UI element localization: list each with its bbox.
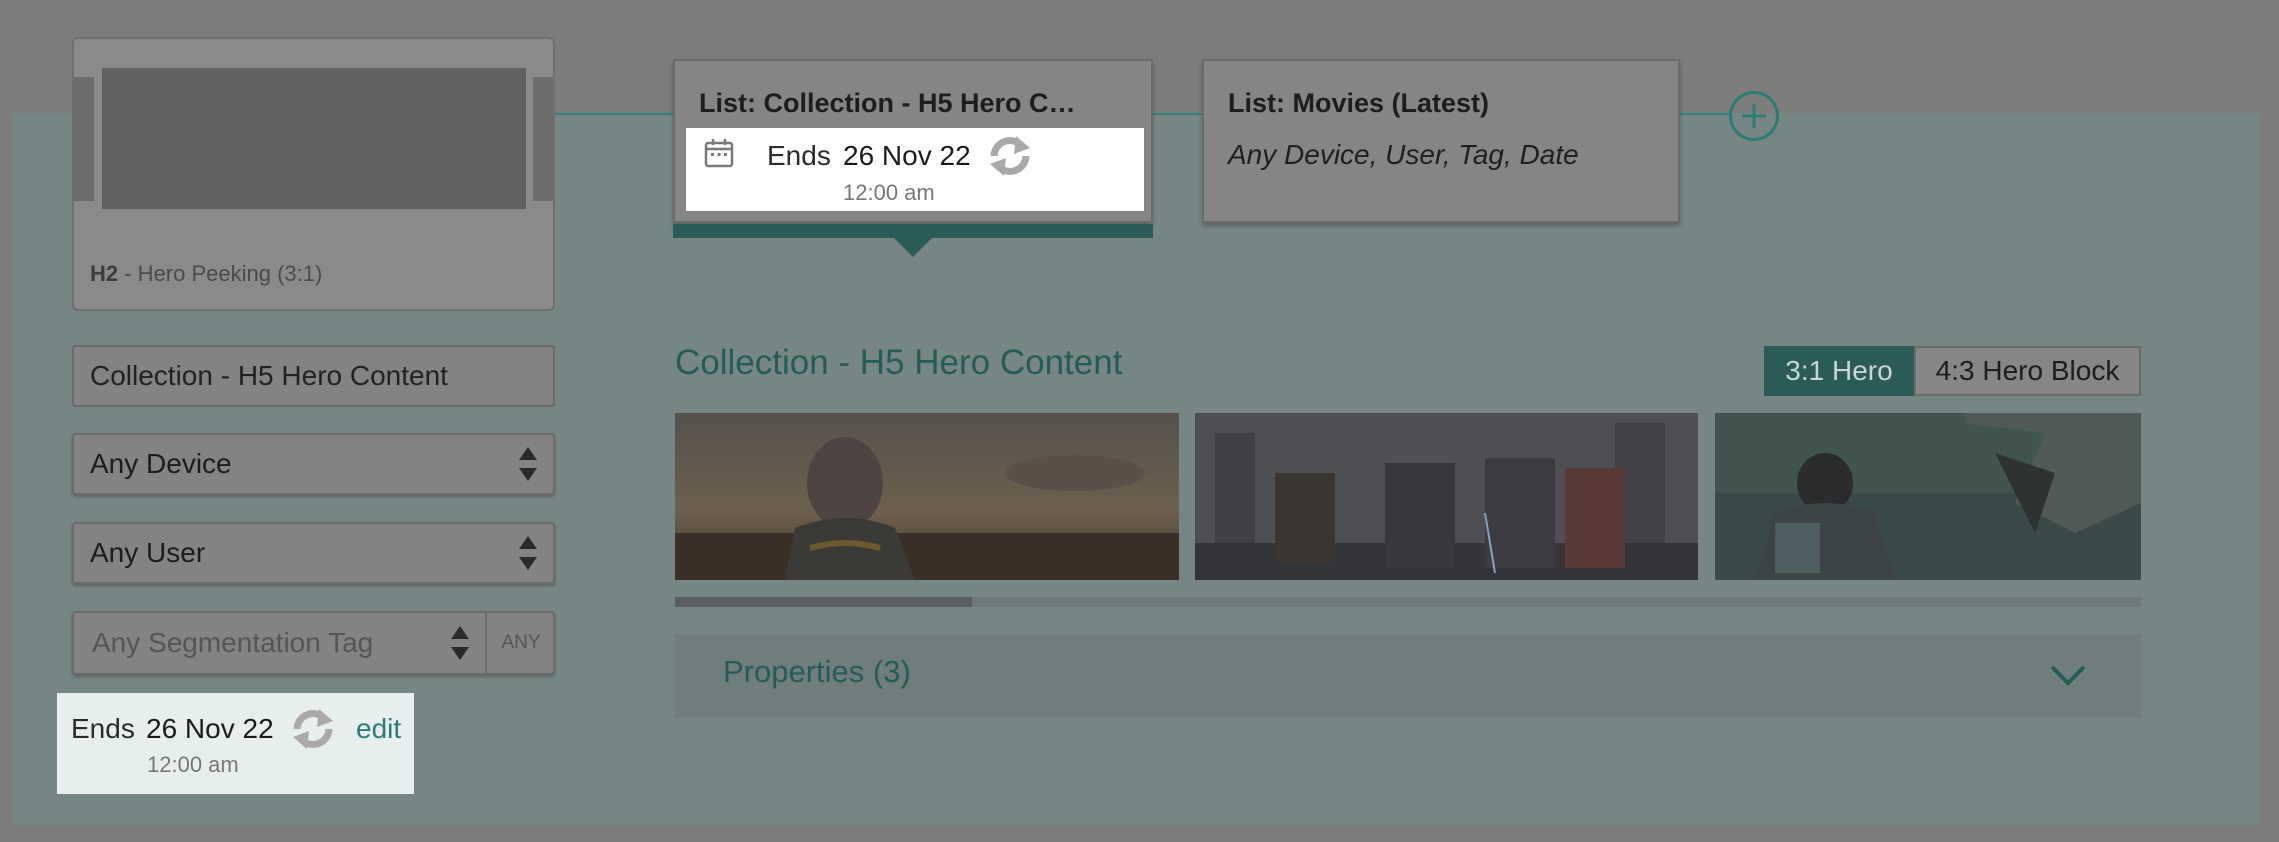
select-arrows-icon <box>519 536 537 570</box>
connector-line <box>1153 113 1203 115</box>
hero-preview-card[interactable]: H2 - Hero Peeking (3:1) <box>72 37 555 311</box>
refresh-icon[interactable] <box>986 134 1034 178</box>
device-select[interactable]: Any Device <box>72 433 555 495</box>
connector-line <box>555 113 675 115</box>
collection-field-value: Collection - H5 Hero Content <box>90 360 448 391</box>
preview-caption: H2 - Hero Peeking (3:1) <box>90 261 322 287</box>
plus-icon <box>1742 104 1766 128</box>
select-arrows-icon <box>451 626 469 660</box>
thumbnail-image <box>1715 413 2141 580</box>
list-card-subtitle: Any Device, User, Tag, Date <box>1228 139 1579 170</box>
preview-peek-right <box>533 77 553 201</box>
refresh-icon[interactable] <box>289 707 337 751</box>
collection-field[interactable]: Collection - H5 Hero Content <box>72 345 555 407</box>
ends-date: 26 Nov 22 <box>843 140 971 171</box>
segmentation-any-label: ANY <box>501 632 541 653</box>
carousel-scrollbar-thumb[interactable] <box>675 597 972 607</box>
list-card-title: List: Movies (Latest) <box>1228 88 1490 118</box>
list-card-title: List: Collection - H5 Hero C… <box>699 88 1076 118</box>
preview-peek-left <box>74 77 94 201</box>
preview-image-placeholder <box>102 68 526 209</box>
selected-card-pointer <box>894 238 932 257</box>
content-thumbnail[interactable] <box>1195 413 1698 580</box>
segmentation-tag-select[interactable]: Any Segmentation Tag <box>74 613 487 673</box>
ends-date: 26 Nov 22 <box>146 713 274 744</box>
toggle-4-3-hero-block[interactable]: 4:3 Hero Block <box>1914 346 2141 396</box>
segmentation-any-button[interactable]: ANY <box>489 613 553 673</box>
section-title: Collection - H5 Hero Content <box>675 343 1123 382</box>
user-select[interactable]: Any User <box>72 522 555 584</box>
list-card-movies[interactable]: List: Movies (Latest) Any Device, User, … <box>1202 59 1680 223</box>
schedule-panel-left: Ends 26 Nov 22 12:00 am edit <box>57 693 414 794</box>
preview-code: H2 <box>90 261 119 286</box>
chevron-down-icon <box>2050 665 2086 686</box>
list-card-schedule: Ends 26 Nov 22 12:00 am <box>686 128 1144 211</box>
properties-label: Properties (3) <box>723 654 911 689</box>
add-list-button[interactable] <box>1729 91 1779 141</box>
ends-time: 12:00 am <box>147 752 239 777</box>
connector-line <box>1680 113 1732 115</box>
toggle-3-1-hero[interactable]: 3:1 Hero <box>1764 346 1914 396</box>
edit-link[interactable]: edit <box>356 713 401 745</box>
ends-label: Ends <box>767 140 831 171</box>
properties-accordion[interactable]: Properties (3) <box>675 634 2141 718</box>
segmentation-tag-placeholder: Any Segmentation Tag <box>92 627 374 658</box>
segmentation-tag-group: Any Segmentation Tag ANY <box>72 611 555 675</box>
calendar-icon <box>704 139 734 168</box>
select-arrows-icon <box>519 447 537 481</box>
content-thumbnail[interactable] <box>1715 413 2141 580</box>
ends-time: 12:00 am <box>843 180 935 205</box>
device-select-value: Any Device <box>90 448 232 479</box>
content-thumbnail[interactable] <box>675 413 1179 580</box>
toggle-label: 4:3 Hero Block <box>1935 355 2120 386</box>
toggle-label: 3:1 Hero <box>1785 355 1893 386</box>
thumbnail-image <box>675 413 1179 580</box>
preview-caption-text: - Hero Peeking (3:1) <box>118 261 323 286</box>
thumbnail-image <box>1195 413 1698 580</box>
ends-label: Ends <box>71 713 135 744</box>
user-select-value: Any User <box>90 537 206 568</box>
selected-card-indicator <box>673 224 1153 238</box>
